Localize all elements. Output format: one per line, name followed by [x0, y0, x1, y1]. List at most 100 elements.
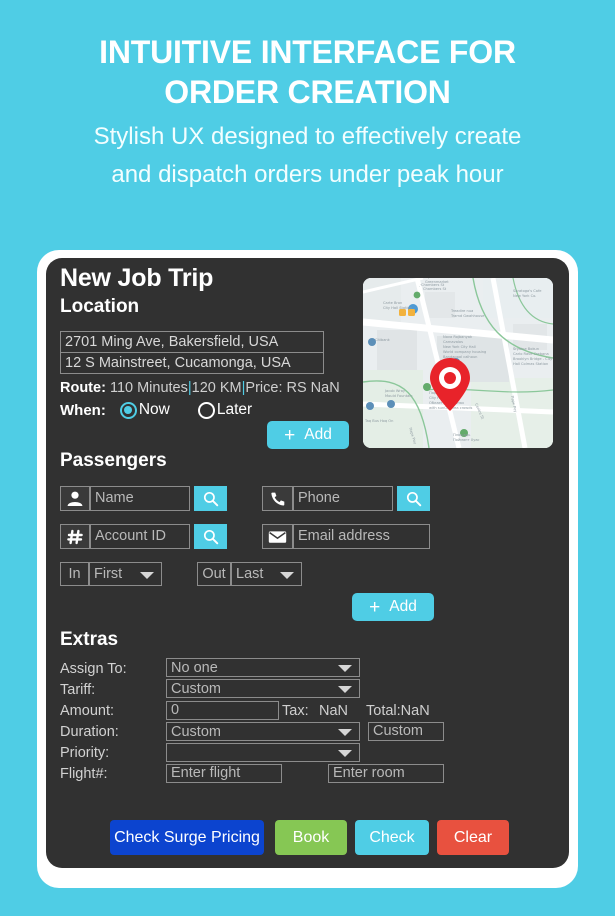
passengers-heading: Passengers: [60, 450, 167, 471]
name-input[interactable]: Name: [90, 486, 190, 511]
svg-text:Carte Bron: Carte Bron: [383, 301, 402, 305]
new-job-trip-card: New Job Trip Location 2701 Ming Ave, Bak…: [46, 258, 569, 868]
phone-search-icon[interactable]: [397, 486, 430, 511]
book-button[interactable]: Book: [275, 820, 347, 855]
phone-icon: [262, 486, 293, 511]
route-distance: 120 KM: [191, 380, 242, 396]
add-location-button[interactable]: + Add: [267, 421, 349, 449]
amount-label: Amount:: [60, 703, 114, 719]
out-select-value: Last: [236, 566, 264, 582]
svg-text:Поймант Хуас: Поймант Хуас: [453, 438, 480, 442]
svg-text:Greenmarket: Greenmarket: [425, 280, 449, 284]
svg-text:Chambers St: Chambers St: [423, 287, 447, 291]
svg-text:World company housing: World company housing: [443, 350, 486, 354]
chevron-down-icon: [338, 729, 352, 736]
chevron-down-icon: [280, 571, 294, 579]
phone-input[interactable]: Phone: [293, 486, 393, 511]
when-row: When: Now Later: [60, 401, 252, 419]
svg-text:Taq Bus Hoq On: Taq Bus Hoq On: [364, 419, 393, 423]
svg-text:Carnavalos: Carnavalos: [443, 340, 463, 344]
svg-text:Mould Fountain: Mould Fountain: [385, 394, 413, 398]
svg-text:New York City Hall: New York City Hall: [443, 345, 476, 349]
in-select[interactable]: First: [89, 562, 162, 586]
svg-text:Jacob Wray: Jacob Wray: [384, 389, 406, 393]
account-search-icon[interactable]: [194, 524, 227, 549]
svg-text:City Hall Station: City Hall Station: [383, 306, 412, 310]
duration-select[interactable]: Custom: [166, 722, 360, 741]
svg-text:Nova Rojbanyak: Nova Rojbanyak: [443, 335, 473, 339]
tax-value: NaN: [319, 703, 349, 719]
add-passenger-label: Add: [389, 598, 417, 615]
svg-text:Brooklyn Bridge - City: Brooklyn Bridge - City: [513, 357, 553, 361]
radio-later-label[interactable]: Later: [217, 401, 252, 419]
route-label: Route:: [60, 380, 106, 396]
svg-text:New York Co.: New York Co.: [513, 294, 536, 298]
route-summary: Route: 110 Minutes|120 KM|Price: RS NaN: [60, 380, 340, 396]
svg-text:Treadire nua: Treadire nua: [450, 309, 473, 313]
assign-to-select[interactable]: No one: [166, 658, 360, 677]
tariff-select[interactable]: Custom: [166, 679, 360, 698]
chevron-down-icon: [140, 571, 154, 579]
pickup-address-input[interactable]: 2701 Ming Ave, Bakersfield, USA: [60, 331, 324, 353]
amount-input[interactable]: 0: [166, 701, 279, 720]
chevron-down-icon: [338, 686, 352, 693]
in-label: In: [60, 562, 89, 586]
promo-header: INTUITIVE INTERFACE FOR ORDER CREATION S…: [0, 0, 615, 194]
card-title: New Job Trip: [60, 264, 214, 292]
in-select-value: First: [94, 566, 123, 582]
tax-label: Tax:: [282, 703, 309, 719]
priority-select[interactable]: [166, 743, 360, 762]
location-heading: Location: [60, 296, 140, 317]
svg-text:.: .: [420, 282, 421, 286]
svg-text:Saratoga's Cafe: Saratoga's Cafe: [513, 289, 542, 293]
assign-to-value: No one: [171, 659, 218, 676]
dropoff-address-input[interactable]: 12 S Mainstreet, Cucamonga, USA: [60, 352, 324, 374]
radio-now-label[interactable]: Now: [139, 401, 170, 419]
extras-heading: Extras: [60, 629, 119, 650]
clear-button[interactable]: Clear: [437, 820, 509, 855]
person-icon: [60, 486, 90, 511]
total-value: Total:NaN: [366, 703, 430, 719]
svg-text:Carlo Rave Crebana: Carlo Rave Crebana: [513, 352, 549, 356]
check-surge-pricing-button[interactable]: Check Surge Pricing: [110, 820, 264, 855]
route-price: Price: RS NaN: [245, 380, 340, 396]
out-label: Out: [197, 562, 231, 586]
tariff-label: Tariff:: [60, 682, 96, 698]
add-passenger-button[interactable]: + Add: [352, 593, 434, 621]
out-select[interactable]: Last: [231, 562, 302, 586]
room-input[interactable]: Enter room: [328, 764, 444, 783]
account-id-input[interactable]: Account ID: [90, 524, 190, 549]
when-label: When:: [60, 401, 106, 419]
duration-value: Custom: [171, 723, 221, 740]
email-input[interactable]: Email address: [293, 524, 430, 549]
page-title: INTUITIVE INTERFACE FOR ORDER CREATION: [99, 34, 516, 110]
svg-text:Площадь: Площадь: [453, 433, 470, 437]
page-subtitle: Stylish UX designed to effectively creat…: [93, 123, 522, 188]
flight-label: Flight#:: [60, 766, 108, 782]
radio-later[interactable]: [197, 401, 215, 419]
route-duration: 110 Minutes: [109, 380, 188, 396]
hash-icon: [60, 524, 90, 549]
assign-to-label: Assign To:: [60, 661, 127, 677]
duration-label: Duration:: [60, 724, 119, 740]
radio-now[interactable]: [119, 401, 137, 419]
tariff-value: Custom: [171, 680, 221, 697]
svg-text:Tramd Gwahhouse: Tramd Gwahhouse: [450, 314, 485, 318]
chevron-down-icon: [338, 665, 352, 672]
svg-text:City Hall Park: City Hall Park: [423, 278, 448, 279]
priority-label: Priority:: [60, 745, 110, 761]
svg-text:.: .: [419, 284, 420, 288]
check-button[interactable]: Check: [355, 820, 429, 855]
svg-text:Sryuine Bokun: Sryuine Bokun: [513, 347, 539, 351]
envelope-icon: [262, 524, 293, 549]
chevron-down-icon: [338, 750, 352, 757]
page-root: INTUITIVE INTERFACE FOR ORDER CREATION S…: [0, 0, 615, 916]
map-thumbnail[interactable]: Chambers St Chambers St Saratoga's Cafe …: [363, 278, 553, 448]
flight-input[interactable]: Enter flight: [166, 764, 282, 783]
name-search-icon[interactable]: [194, 486, 227, 511]
plus-icon: +: [284, 424, 296, 446]
plus-icon: +: [369, 596, 381, 618]
svg-text:Citibank: Citibank: [375, 338, 391, 342]
duration-custom-input[interactable]: Custom: [368, 722, 444, 741]
add-location-label: Add: [304, 426, 332, 443]
